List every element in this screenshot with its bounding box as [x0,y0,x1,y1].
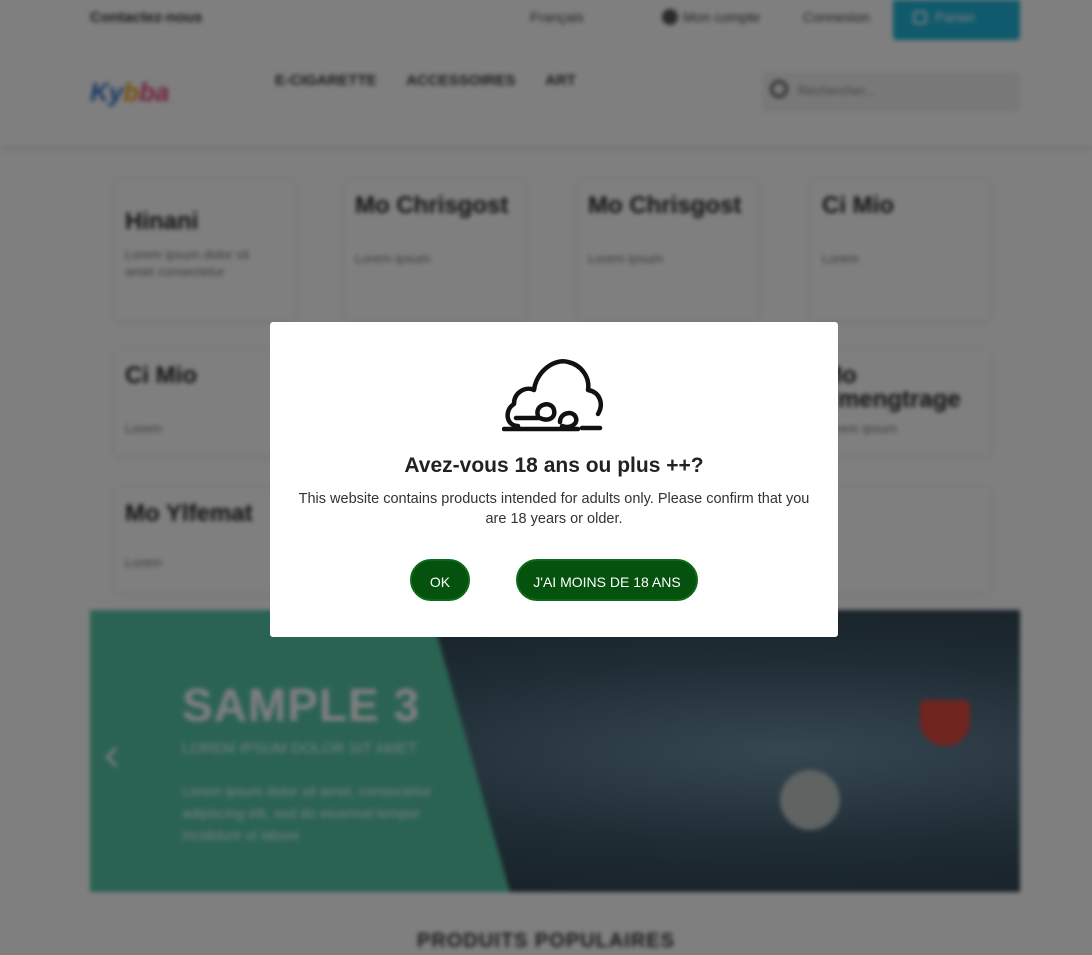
under-18-button[interactable]: J'AI MOINS DE 18 ANS [516,559,698,601]
modal-text: This website contains products intended … [298,491,810,527]
modal-title: Avez-vous 18 ans ou plus ++? [404,454,704,477]
cloud-wind-icon [502,359,603,432]
ok-button[interactable]: OK [410,559,470,601]
